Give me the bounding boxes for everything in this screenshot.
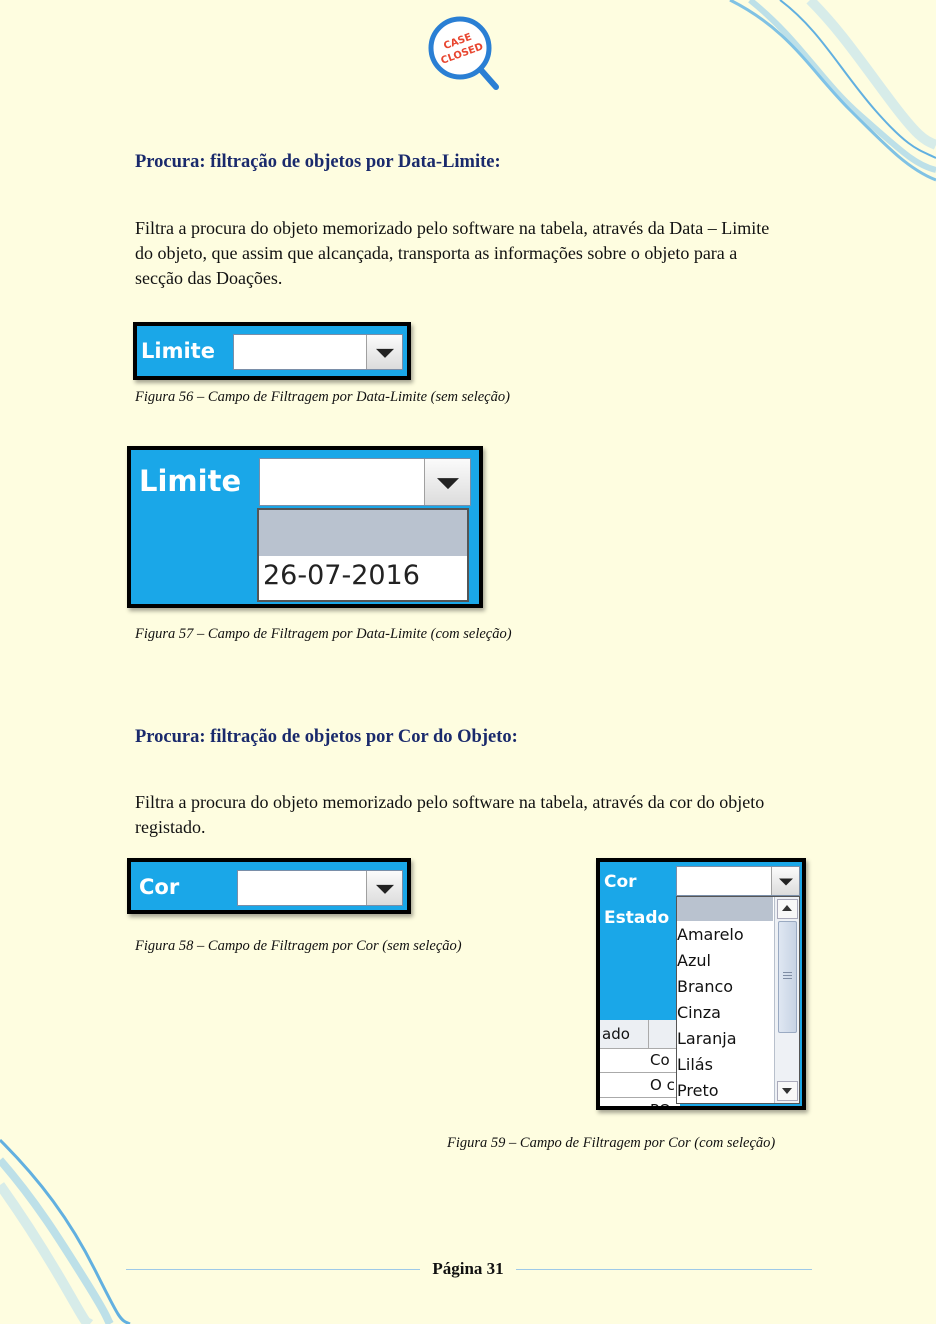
figure-59-caption: Figura 59 – Campo de Filtragem por Cor (… — [447, 1135, 776, 1151]
section-paragraph-cor: Filtra a procura do objeto memorizado pe… — [135, 790, 815, 840]
chevron-down-icon — [375, 348, 394, 358]
filter-label-estado: Estado — [604, 908, 670, 928]
dropdown-option-lilas[interactable]: Lilás — [677, 1055, 713, 1074]
scroll-up-button[interactable] — [777, 899, 798, 919]
filter-label-limite: Limite — [139, 464, 242, 498]
dropdown-empty-option[interactable] — [677, 897, 773, 921]
dropdown-option-laranja[interactable]: Laranja — [677, 1029, 737, 1048]
table-header: ado — [600, 1020, 680, 1049]
table-cell: PO — [650, 1101, 671, 1110]
figure-56-caption: Figura 56 – Campo de Filtragem por Data-… — [135, 389, 510, 405]
background-table: ado Co O c PO — [600, 1020, 680, 1110]
scroll-down-button[interactable] — [777, 1081, 798, 1101]
table-cell: Co — [650, 1051, 670, 1069]
decorative-wave-top-right — [729, 0, 936, 182]
dropdown-empty-option[interactable] — [259, 510, 467, 556]
chevron-down-icon — [436, 478, 459, 490]
section-heading-cor: Procura: filtração de objetos por Cor do… — [135, 727, 518, 747]
section-heading-data-limite: Procura: filtração de objetos por Data-L… — [135, 152, 501, 172]
dropdown-option-amarelo[interactable]: Amarelo — [677, 925, 744, 944]
table-row[interactable]: O c — [600, 1073, 680, 1098]
dropdown-option-date[interactable]: 26-07-2016 — [263, 560, 420, 591]
figure-57-screenshot: Limite 26-07-2016 — [127, 446, 483, 608]
dropdown-option-branco[interactable]: Branco — [677, 977, 733, 996]
figure-56-screenshot: Limite — [133, 322, 411, 380]
chevron-down-icon — [375, 884, 394, 894]
scroll-down-icon — [782, 1088, 792, 1094]
table-cell: O c — [650, 1076, 675, 1094]
color-combobox[interactable] — [237, 870, 403, 906]
figure-58-screenshot: Cor — [127, 858, 411, 914]
table-header-label: ado — [602, 1025, 630, 1043]
color-dropdown-list: Amarelo Azul Branco Cinza Laranja Lilás … — [676, 896, 800, 1104]
case-closed-logo: CASE CLOSED — [426, 14, 502, 94]
dropdown-scrollbar[interactable] — [774, 897, 799, 1103]
table-column-divider — [648, 1020, 649, 1048]
filter-label-cor: Cor — [139, 875, 180, 899]
dropdown-arrow-button[interactable] — [424, 459, 470, 505]
date-limit-combobox[interactable] — [233, 334, 403, 370]
dropdown-option-azul[interactable]: Azul — [677, 951, 711, 970]
table-row[interactable]: Co — [600, 1048, 680, 1073]
scroll-thumb[interactable] — [778, 921, 797, 1033]
section-paragraph-data-limite: Filtra a procura do objeto memorizado pe… — [135, 216, 815, 291]
figure-59-screenshot: Cor Estado ado Co O c PO Amarelo Azul Br… — [596, 858, 806, 1110]
grip-icon — [783, 972, 792, 973]
color-combobox[interactable] — [676, 866, 800, 896]
filter-label-cor: Cor — [604, 872, 637, 892]
figure-58-caption: Figura 58 – Campo de Filtragem por Cor (… — [135, 938, 462, 954]
figure-57-caption: Figura 57 – Campo de Filtragem por Data-… — [135, 626, 512, 642]
page-number: Página 31 — [432, 1259, 504, 1278]
date-limit-combobox[interactable] — [259, 458, 471, 506]
dropdown-arrow-button[interactable] — [366, 335, 402, 369]
dropdown-option-cinza[interactable]: Cinza — [677, 1003, 721, 1022]
scroll-up-icon — [782, 905, 792, 911]
decorative-wave-bottom-left — [0, 1138, 131, 1324]
chevron-down-icon — [778, 878, 793, 886]
dropdown-option-preto[interactable]: Preto — [677, 1081, 719, 1100]
paragraph-line: secção das Doações. — [135, 268, 283, 288]
date-limit-dropdown-list: 26-07-2016 — [257, 508, 469, 602]
table-row[interactable]: PO — [600, 1098, 680, 1110]
paragraph-line: registado. — [135, 817, 206, 837]
paragraph-line: Filtra a procura do objeto memorizado pe… — [135, 218, 770, 238]
paragraph-line: do objeto, que assim que alcançada, tran… — [135, 243, 738, 263]
filter-label-limite: Limite — [141, 339, 215, 363]
paragraph-line: Filtra a procura do objeto memorizado pe… — [135, 792, 765, 812]
dropdown-arrow-button[interactable] — [366, 871, 402, 905]
dropdown-arrow-button[interactable] — [771, 867, 799, 895]
